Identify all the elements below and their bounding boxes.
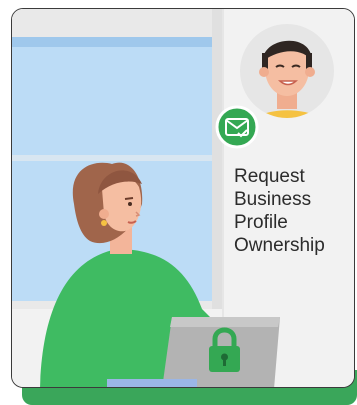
card-title-line: Business <box>234 189 312 210</box>
card-title-line: Profile <box>234 212 288 233</box>
request-ownership-card[interactable]: Request Business Profile Ownership <box>11 8 355 388</box>
card-title: Request Business Profile Ownership <box>234 165 349 257</box>
card-title-line: Request <box>234 166 305 187</box>
card-title-line: Ownership <box>234 235 325 256</box>
mail-check-icon <box>215 105 259 149</box>
